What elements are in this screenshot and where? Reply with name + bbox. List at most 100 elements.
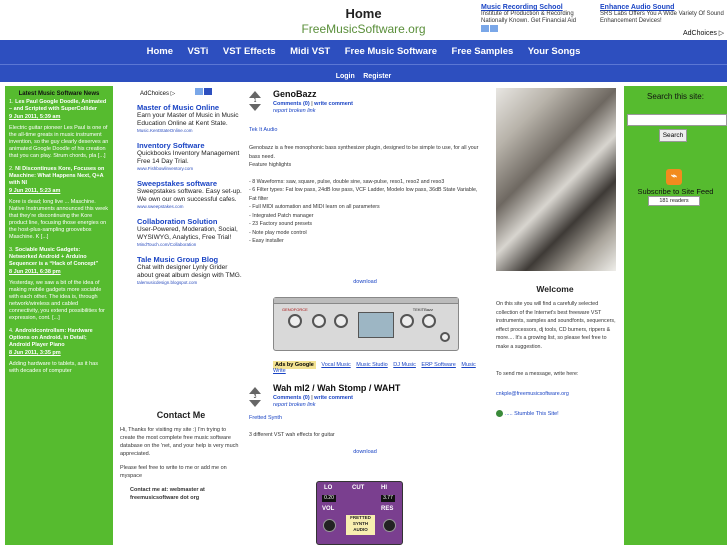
ad-block[interactable]: Sweepstakes software Sweepstakes software… [137, 179, 242, 209]
ad-link[interactable]: Music Studio [356, 362, 388, 368]
synth-label: HI [381, 485, 387, 491]
rss-icon[interactable]: ⌁ [666, 169, 682, 185]
next-arrow-icon[interactable] [490, 25, 498, 32]
synth-brand: GENOFORCE [282, 307, 308, 312]
ad-block[interactable]: Inventory Software Quickbooks Inventory M… [137, 141, 242, 171]
adchoices-link[interactable]: AdChoices ▷ [683, 29, 724, 37]
post-body-line: - Integrated Patch manager [249, 212, 314, 219]
ad-link[interactable]: ERP Software [421, 362, 455, 368]
synth-label: CUT [352, 485, 365, 491]
top-ad-1[interactable]: Music Recording School Institute of Prod… [481, 4, 591, 35]
news-item-title[interactable]: AndroidcontrolIsm: Hardware Options on A… [9, 328, 93, 348]
news-item-title[interactable]: Les Paul Google Doodle, Animated – and S… [9, 99, 106, 112]
news-item-date[interactable]: 8 Jun 2011, 3:35 pm [9, 350, 109, 357]
ad-url[interactable]: MindTouch.com/Collaboration [137, 242, 242, 247]
search-button[interactable]: Search [659, 129, 687, 142]
knob-icon [323, 519, 336, 532]
ad-title[interactable]: Tale Music Group Blog [137, 255, 242, 264]
synth-value: 3.77 [381, 495, 395, 502]
stumble-link[interactable]: ..... Stumble This Site! [496, 410, 559, 417]
nav-vsti[interactable]: VSTi [187, 40, 208, 64]
stumble-text[interactable]: ..... Stumble This Site! [505, 411, 559, 417]
post-body-line: - 23 Factory sound presets [249, 221, 313, 227]
prev-arrow-icon[interactable] [481, 25, 489, 32]
news-item-text: Adding hardware to tablets, as it has wi… [9, 361, 98, 374]
write-comment-link[interactable]: write comment [314, 101, 353, 107]
contact-heading: Contact Me [156, 410, 206, 420]
ad-url[interactable]: www.sweepstakes.com [137, 204, 242, 209]
news-item-date[interactable]: 9 Jun 2011, 5:23 am [9, 188, 109, 195]
ad-block[interactable]: Tale Music Group Blog Chat with designer … [137, 255, 242, 285]
ad-next-icon[interactable] [203, 88, 212, 95]
download-link[interactable]: download [245, 449, 485, 455]
top-ad-1-title[interactable]: Music Recording School [481, 4, 591, 11]
ad-title[interactable]: Inventory Software [137, 141, 242, 150]
knob-icon [383, 519, 396, 532]
search-heading: Search this site: [647, 92, 704, 101]
ad-link[interactable]: Vocal Music [321, 362, 350, 368]
news-item-date[interactable]: 8 Jun 2011, 6:38 pm [9, 269, 109, 276]
knob-icon [422, 314, 436, 328]
register-link[interactable]: Register [363, 73, 391, 80]
login-link[interactable]: Login [336, 73, 355, 80]
write-comment-link[interactable]: write comment [314, 395, 353, 401]
download-link[interactable]: download [245, 279, 485, 285]
news-item-date[interactable]: 9 Jun 2011, 5:39 am [9, 114, 109, 121]
post-body-line: - Full MIDI automation and MIDI learn on… [249, 204, 380, 210]
post-title[interactable]: Wah ml2 / Wah Stomp / WAHT [273, 383, 400, 393]
vote-down-icon[interactable] [249, 104, 261, 111]
report-link[interactable]: report broken link [273, 108, 316, 114]
ad-link[interactable]: DJ Music [393, 362, 416, 368]
ad-prev-icon[interactable] [194, 88, 203, 95]
right-sidebar [624, 86, 727, 545]
ad-title[interactable]: Collaboration Solution [137, 217, 242, 226]
news-item: 4. AndroidcontrolIsm: Hardware Options o… [9, 328, 109, 375]
report-link[interactable]: report broken link [273, 402, 316, 408]
nav-home[interactable]: Home [147, 40, 173, 64]
nav-free-samples[interactable]: Free Samples [452, 40, 514, 64]
nav-midi-vst[interactable]: Midi VST [290, 40, 330, 64]
genobazz-screenshot: GENOFORCE TEKITBazz [273, 297, 459, 351]
vote-down-icon[interactable] [249, 400, 261, 407]
news-item-number: 4. [9, 328, 14, 334]
ad-url[interactable]: Music.KentStateOnline.com [137, 128, 242, 133]
comments-link[interactable]: Comments (0) [273, 101, 310, 107]
nav-free-music-software[interactable]: Free Music Software [345, 40, 437, 64]
header: Home FreeMusicSoftware.org Music Recordi… [0, 0, 727, 40]
vote-up-icon[interactable] [249, 91, 261, 98]
top-ad-2[interactable]: Enhance Audio Sound SRS Labs Offers You … [600, 4, 724, 25]
post-body: Genobazz is a free monophonic bass synth… [249, 144, 485, 246]
vote-up-icon[interactable] [249, 387, 261, 394]
contact-email-text: Contact me at: webmaster at freemusicsof… [130, 487, 205, 501]
subscribe-link[interactable]: Subscribe to Site Feed [624, 187, 727, 196]
vote-widget: 3 [249, 387, 261, 409]
synth-label: VOL [322, 506, 335, 512]
reader-count-badge[interactable]: 181 readers [648, 196, 700, 206]
email-link[interactable]: cnkple@freemusicsoftware.org [496, 390, 620, 399]
top-ad-1-text: Institute of Production & Recording Nati… [481, 11, 577, 24]
ad-title[interactable]: Master of Music Online [137, 103, 242, 112]
ad-block[interactable]: Master of Music Online Earn your Master o… [137, 103, 242, 133]
news-heading: Latest Music Software News [18, 91, 100, 97]
post-vendor-link[interactable]: Tek It Audio [249, 127, 277, 133]
ad-url[interactable]: www.Fishbowlinventory.com [137, 166, 242, 171]
ad-url[interactable]: talemusicdesign.blogspot.com [137, 280, 242, 285]
news-item-title[interactable]: NI Discontinues Kore, Focuses on Maschin… [9, 166, 104, 186]
synth-label: RES [381, 506, 394, 512]
comments-link[interactable]: Comments (0) [273, 395, 310, 401]
search-input[interactable] [627, 114, 727, 126]
ad-title[interactable]: Sweepstakes software [137, 179, 242, 188]
post-title[interactable]: GenoBazz [273, 89, 317, 99]
adchoices-text[interactable]: AdChoices ▷ [140, 91, 175, 97]
news-item-number: 2. [9, 166, 14, 172]
adchoices-label[interactable]: AdChoices ▷ [140, 88, 242, 97]
news-sidebar: Latest Music Software News 1. Les Paul G… [5, 86, 113, 545]
ad-body: Quickbooks Inventory Management Free 14 … [137, 150, 240, 165]
top-ad-2-title[interactable]: Enhance Audio Sound [600, 4, 724, 11]
nav-your-songs[interactable]: Your Songs [528, 40, 581, 64]
ad-block[interactable]: Collaboration Solution User-Powered, Mode… [137, 217, 242, 247]
post-body: 3 different VST wah effects for guitar [249, 431, 485, 440]
post-vendor-link[interactable]: Fretted Synth [249, 415, 282, 421]
news-item-title[interactable]: Sociable Music Gadgets: Networked Androi… [9, 247, 98, 267]
nav-vst-effects[interactable]: VST Effects [223, 40, 276, 64]
